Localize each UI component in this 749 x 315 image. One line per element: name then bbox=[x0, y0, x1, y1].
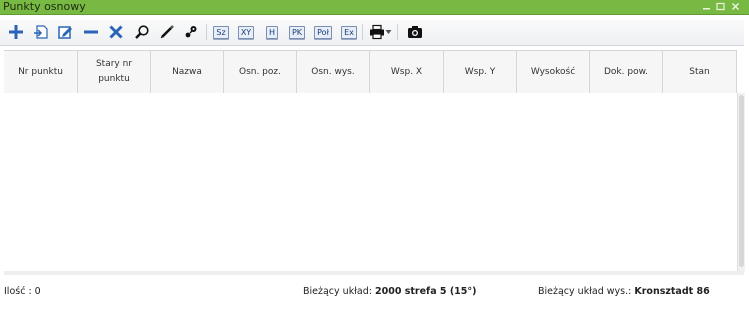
coordinate-system-status: Bieżący układ: 2000 strefa 5 (15°) bbox=[303, 286, 476, 297]
height-system-status: Bieżący układ wys.: Kronsztadt 86 bbox=[538, 286, 710, 297]
column-header[interactable]: Wysokość bbox=[517, 51, 590, 93]
column-header[interactable]: Wsp. Y bbox=[444, 51, 517, 93]
close-icon[interactable] bbox=[731, 2, 740, 11]
coordinate-system-label: Bieżący układ: bbox=[303, 286, 372, 297]
table-header: Nr punktu Stary nr punktu Nazwa Osn. poz… bbox=[4, 50, 737, 94]
column-header[interactable]: Nr punktu bbox=[4, 51, 78, 93]
window-title: Punkty osnowy bbox=[3, 0, 86, 13]
keys-button[interactable] bbox=[181, 22, 201, 42]
toolbar-separator bbox=[397, 24, 398, 40]
draw-button[interactable] bbox=[157, 22, 177, 42]
window-titlebar: Punkty osnowy bbox=[0, 0, 749, 15]
count-status: Ilość : 0 bbox=[4, 286, 41, 297]
column-header[interactable]: Wsp. X bbox=[370, 51, 444, 93]
x-icon bbox=[108, 24, 124, 40]
ex-badge: Ex bbox=[341, 25, 357, 39]
toolbar-separator bbox=[362, 24, 363, 40]
column-header[interactable]: Stan bbox=[663, 51, 737, 93]
minus-icon bbox=[83, 24, 99, 40]
column-header[interactable]: Osn. poz. bbox=[224, 51, 297, 93]
delete-button[interactable] bbox=[106, 22, 126, 42]
import-icon bbox=[33, 24, 49, 40]
edit-button[interactable] bbox=[55, 22, 75, 42]
height-system-label: Bieżący układ wys.: bbox=[538, 286, 632, 297]
keys-icon bbox=[183, 24, 199, 40]
remove-button[interactable] bbox=[81, 22, 101, 42]
badge-pk-button[interactable]: PK bbox=[287, 22, 307, 42]
printer-icon bbox=[369, 24, 385, 40]
search-button[interactable] bbox=[132, 22, 152, 42]
pk-badge: PK bbox=[288, 25, 306, 39]
edit-icon bbox=[57, 24, 73, 40]
print-dropdown-button[interactable] bbox=[366, 22, 394, 42]
h-badge: H bbox=[265, 25, 278, 39]
minimize-icon[interactable] bbox=[702, 2, 711, 11]
coordinate-system-value: 2000 strefa 5 (15°) bbox=[374, 286, 477, 297]
badge-pol-button[interactable]: Poł bbox=[313, 22, 333, 42]
column-header[interactable]: Stary nr punktu bbox=[78, 51, 151, 93]
plus-icon bbox=[8, 24, 24, 40]
horizontal-scrollbar[interactable] bbox=[4, 271, 744, 275]
scrollbar-thumb[interactable] bbox=[739, 95, 744, 267]
sz-badge: Sz bbox=[213, 25, 229, 39]
badge-xy-button[interactable]: XY bbox=[236, 22, 256, 42]
magnifier-icon bbox=[134, 24, 150, 40]
toolbar: Sz XY H PK Poł Ex bbox=[0, 20, 744, 46]
add-point-button[interactable] bbox=[6, 22, 26, 42]
badge-h-button[interactable]: H bbox=[262, 22, 282, 42]
column-header[interactable]: Osn. wys. bbox=[297, 51, 370, 93]
toolbar-separator bbox=[206, 24, 207, 40]
vertical-scrollbar[interactable] bbox=[737, 93, 745, 271]
pol-badge: Poł bbox=[314, 25, 332, 39]
screenshot-button[interactable] bbox=[405, 22, 425, 42]
chevron-down-icon bbox=[385, 29, 392, 35]
table-body[interactable] bbox=[4, 93, 737, 272]
column-header[interactable]: Dok. pow. bbox=[590, 51, 663, 93]
pencil-icon bbox=[159, 24, 175, 40]
camera-icon bbox=[407, 24, 423, 40]
column-header[interactable]: Nazwa bbox=[151, 51, 224, 93]
badge-ex-button[interactable]: Ex bbox=[339, 22, 359, 42]
import-button[interactable] bbox=[31, 22, 51, 42]
badge-sz-button[interactable]: Sz bbox=[211, 22, 231, 42]
height-system-value: Kronsztadt 86 bbox=[634, 286, 710, 297]
maximize-icon[interactable] bbox=[716, 2, 725, 11]
xy-badge: XY bbox=[237, 25, 255, 39]
